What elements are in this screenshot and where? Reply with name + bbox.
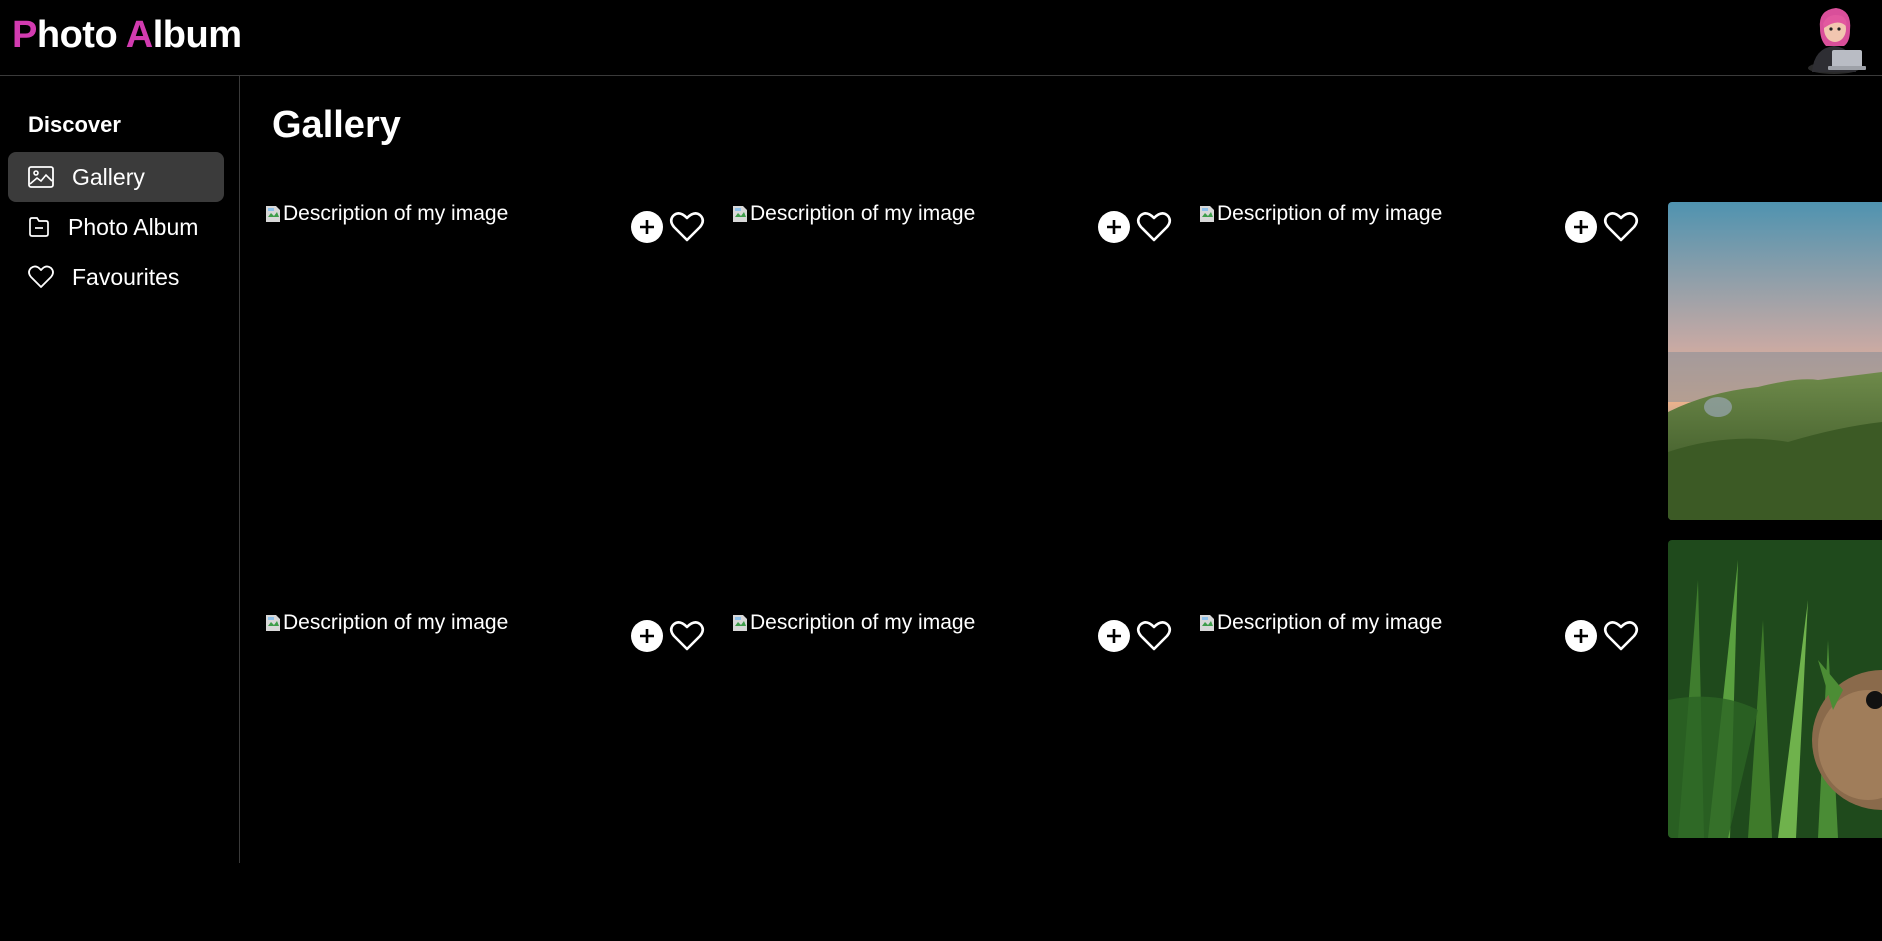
add-to-album-button[interactable]: [631, 620, 663, 652]
gallery-card[interactable]: Description of my image: [732, 202, 1172, 532]
heart-icon: [669, 621, 705, 651]
gallery-photo-rabbit[interactable]: [1668, 540, 1882, 838]
page-title: Gallery: [272, 104, 401, 146]
heart-icon: [1603, 212, 1639, 242]
image-alt-text: Description of my image: [1217, 611, 1443, 634]
plus-icon: [640, 629, 654, 643]
sidebar-item-label: Gallery: [72, 163, 145, 190]
gallery-card[interactable]: Description of my image: [265, 611, 705, 941]
image-alt-text: Description of my image: [1217, 202, 1443, 225]
broken-image: Description of my image: [265, 202, 508, 226]
plus-icon: [640, 220, 654, 234]
logo-text-photo: hoto: [36, 14, 126, 56]
broken-image: Description of my image: [265, 611, 508, 635]
sidebar: Discover Gallery Photo Album Favourites: [0, 76, 240, 863]
sidebar-item-label: Photo Album: [68, 213, 199, 240]
gallery-card[interactable]: Description of my image: [1199, 202, 1639, 532]
gallery-card[interactable]: Description of my image: [265, 202, 705, 532]
heart-icon: [28, 262, 58, 292]
plus-icon: [1574, 629, 1588, 643]
sidebar-item-favourites[interactable]: Favourites: [8, 252, 224, 302]
app-logo[interactable]: Photo Album: [12, 14, 242, 57]
broken-image: Description of my image: [1199, 611, 1442, 635]
sidebar-item-photo-album[interactable]: Photo Album: [8, 202, 224, 252]
add-to-album-button[interactable]: [1565, 620, 1597, 652]
broken-image-icon: [265, 205, 281, 223]
broken-image-icon: [1199, 614, 1215, 632]
sidebar-heading: Discover: [28, 112, 121, 137]
image-alt-text: Description of my image: [750, 202, 976, 225]
card-actions: [631, 210, 705, 244]
broken-image: Description of my image: [1199, 202, 1442, 226]
card-actions: [1565, 210, 1639, 244]
sidebar-item-label: Favourites: [72, 263, 180, 290]
card-actions: [1565, 619, 1639, 653]
image-icon: [28, 162, 58, 192]
plus-icon: [1107, 220, 1121, 234]
add-to-album-button[interactable]: [1098, 620, 1130, 652]
image-alt-text: Description of my image: [750, 611, 976, 634]
broken-image-icon: [1199, 205, 1215, 223]
broken-image-icon: [732, 614, 748, 632]
user-avatar[interactable]: [1798, 2, 1870, 74]
favourite-button[interactable]: [1136, 210, 1172, 244]
heart-icon: [669, 212, 705, 242]
logo-text-album: lbum: [152, 14, 242, 56]
favourite-button[interactable]: [1603, 619, 1639, 653]
favourite-button[interactable]: [669, 619, 705, 653]
broken-image-icon: [265, 614, 281, 632]
gallery-card[interactable]: Description of my image: [1199, 611, 1639, 941]
image-alt-text: Description of my image: [283, 611, 509, 634]
broken-image: Description of my image: [732, 202, 975, 226]
favourite-button[interactable]: [1136, 619, 1172, 653]
card-actions: [1098, 619, 1172, 653]
heart-icon: [1136, 212, 1172, 242]
top-bar: Photo Album: [0, 0, 1882, 76]
sidebar-item-gallery[interactable]: Gallery: [8, 152, 224, 202]
plus-icon: [1574, 220, 1588, 234]
gallery-card[interactable]: Description of my image: [732, 611, 1172, 941]
heart-icon: [1136, 621, 1172, 651]
broken-image: Description of my image: [732, 611, 975, 635]
logo-initial-a: A: [125, 14, 153, 56]
folder-icon: [28, 212, 54, 242]
add-to-album-button[interactable]: [631, 211, 663, 243]
add-to-album-button[interactable]: [1098, 211, 1130, 243]
gallery-photo-landscape[interactable]: [1668, 202, 1882, 520]
heart-icon: [1603, 621, 1639, 651]
image-alt-text: Description of my image: [283, 202, 509, 225]
plus-icon: [1107, 629, 1121, 643]
card-actions: [1098, 210, 1172, 244]
favourite-button[interactable]: [1603, 210, 1639, 244]
logo-initial-p: P: [12, 14, 37, 56]
broken-image-icon: [732, 205, 748, 223]
favourite-button[interactable]: [669, 210, 705, 244]
card-actions: [631, 619, 705, 653]
add-to-album-button[interactable]: [1565, 211, 1597, 243]
